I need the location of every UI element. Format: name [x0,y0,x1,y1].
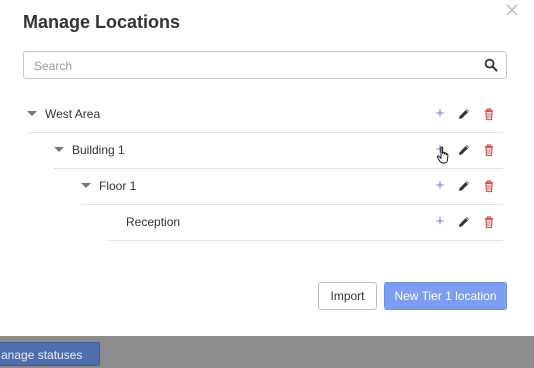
pencil-icon[interactable] [457,179,471,193]
pencil-icon[interactable] [457,143,471,157]
close-icon[interactable] [504,2,520,18]
trash-icon[interactable] [482,107,496,121]
tree-item-label: Floor 1 [99,179,137,193]
add-child-button[interactable]: + [433,178,447,193]
caret-down-icon[interactable] [27,111,37,116]
tree-row-reception[interactable]: Reception + [108,204,503,241]
hand-cursor-icon [436,146,449,164]
tree-item-label: Building 1 [72,143,125,157]
tree-item-label: West Area [45,107,101,121]
pencil-icon[interactable] [457,215,471,229]
search-box [23,51,507,80]
pencil-icon[interactable] [457,107,471,121]
search-input[interactable] [24,52,476,80]
add-child-button[interactable]: + [433,106,447,121]
manage-statuses-button[interactable]: anage statuses [0,342,100,366]
new-tier-1-location-button[interactable]: New Tier 1 location [384,282,507,310]
add-child-button[interactable]: + [433,214,447,229]
trash-icon[interactable] [482,215,496,229]
caret-down-icon[interactable] [81,183,91,188]
manage-locations-modal: Manage Locations West Area + Building 1 … [0,0,534,336]
import-button[interactable]: Import [318,282,377,310]
tree-row-floor-1[interactable]: Floor 1 + [81,168,503,205]
trash-icon[interactable] [482,179,496,193]
search-icon[interactable] [484,58,498,72]
trash-icon[interactable] [482,143,496,157]
modal-title: Manage Locations [23,12,181,32]
tree-row-west-area[interactable]: West Area + [27,96,503,133]
caret-down-icon[interactable] [54,147,64,152]
tree-item-label: Reception [126,215,181,229]
